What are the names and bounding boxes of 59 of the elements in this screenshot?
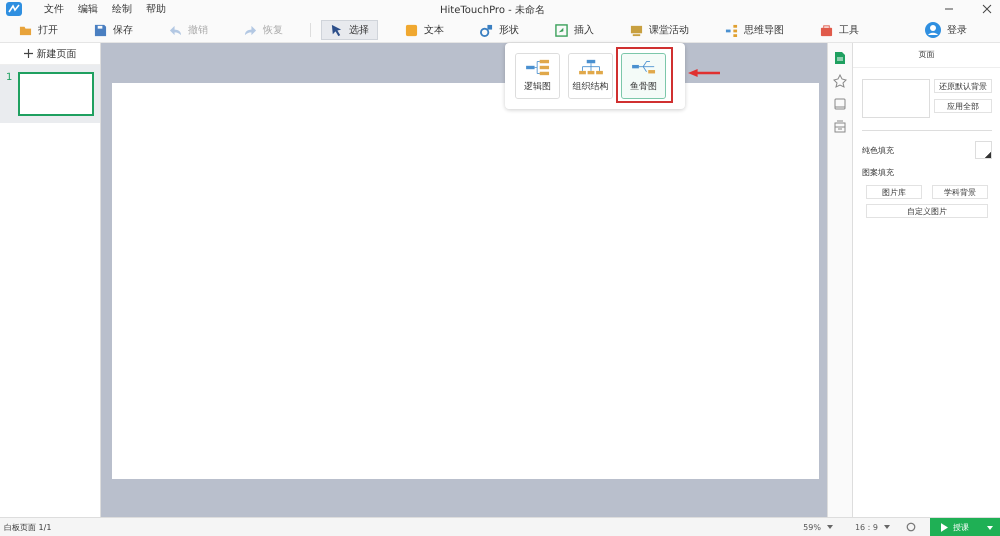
side-tab-icon: [833, 51, 847, 65]
refresh-icon[interactable]: [906, 522, 916, 532]
caret-icon: [884, 525, 890, 529]
close-icon[interactable]: [982, 4, 992, 14]
shapes-icon: [480, 24, 493, 36]
gallery-button[interactable]: 图片库: [866, 185, 922, 199]
undo-icon: [169, 24, 182, 36]
zoom-dropdown[interactable]: 59%: [797, 522, 839, 532]
side-tab-icon: [833, 97, 847, 111]
org-chart-icon: [578, 59, 604, 76]
redo-icon: [244, 24, 257, 36]
page-thumbnail[interactable]: [18, 72, 94, 116]
toolbar-button[interactable]: 插入: [546, 20, 603, 40]
ratio-dropdown[interactable]: 16 : 9: [848, 522, 896, 532]
solid-fill-label: 纯色填充: [862, 144, 894, 156]
subject-background-button[interactable]: 学科背景: [932, 185, 988, 199]
mindmap-type-button[interactable]: 逻辑图: [515, 53, 560, 99]
restore-background-button[interactable]: 还原默认背景: [934, 79, 992, 93]
window-title: HiteTouchPro - 未命名: [440, 4, 545, 17]
toolbox-icon: [820, 24, 833, 36]
cursor-icon: [330, 24, 343, 36]
background-preview: [862, 79, 930, 118]
logic-chart-icon: [524, 59, 550, 76]
login-button[interactable]: 登录: [916, 20, 976, 40]
apply-all-button[interactable]: 应用全部: [934, 99, 992, 113]
page-number: 1: [6, 72, 12, 85]
toolbar-button[interactable]: 工具: [811, 20, 868, 40]
color-swatch[interactable]: [975, 141, 992, 159]
menu-item[interactable]: 编辑: [78, 2, 98, 16]
toolbar-button[interactable]: 文本: [396, 20, 453, 40]
toolbar-button[interactable]: 思维导图: [716, 20, 793, 40]
mindmap-type-button[interactable]: 鱼骨图: [621, 53, 666, 99]
side-tab-icon: [833, 120, 847, 134]
menu-item[interactable]: 文件: [44, 2, 64, 16]
caret-icon: [826, 525, 833, 529]
fishbone-chart-icon: [630, 59, 656, 76]
plus-icon: [24, 49, 32, 58]
custom-image-button[interactable]: 自定义图片: [866, 204, 988, 218]
mindmap-type-button[interactable]: 组织结构: [568, 53, 613, 99]
panel-title: 页面: [853, 43, 1000, 68]
mind-map-icon: [725, 24, 738, 36]
teach-dropdown[interactable]: [980, 518, 1000, 536]
toolbar-button[interactable]: 打开: [10, 20, 67, 40]
pattern-fill-label: 图案填充: [862, 167, 895, 178]
user-avatar-icon: [925, 22, 941, 38]
toolbar-button[interactable]: 课堂活动: [621, 20, 698, 40]
toolbar-button[interactable]: 形状: [471, 20, 528, 40]
side-tab-icon: [833, 74, 847, 88]
page-status: 白板页面 1/1: [4, 522, 52, 532]
text-icon: [405, 24, 418, 36]
caret-icon: [987, 526, 993, 530]
play-icon: [941, 522, 948, 532]
toolbar-button[interactable]: 保存: [85, 20, 142, 40]
insert-image-icon: [555, 24, 568, 36]
side-tab[interactable]: [831, 72, 849, 90]
menu-item[interactable]: 绘制: [112, 2, 132, 16]
menu-item[interactable]: 帮助: [146, 2, 166, 16]
toolbar-button[interactable]: 选择: [321, 20, 378, 40]
blackboard-icon: [630, 24, 643, 36]
